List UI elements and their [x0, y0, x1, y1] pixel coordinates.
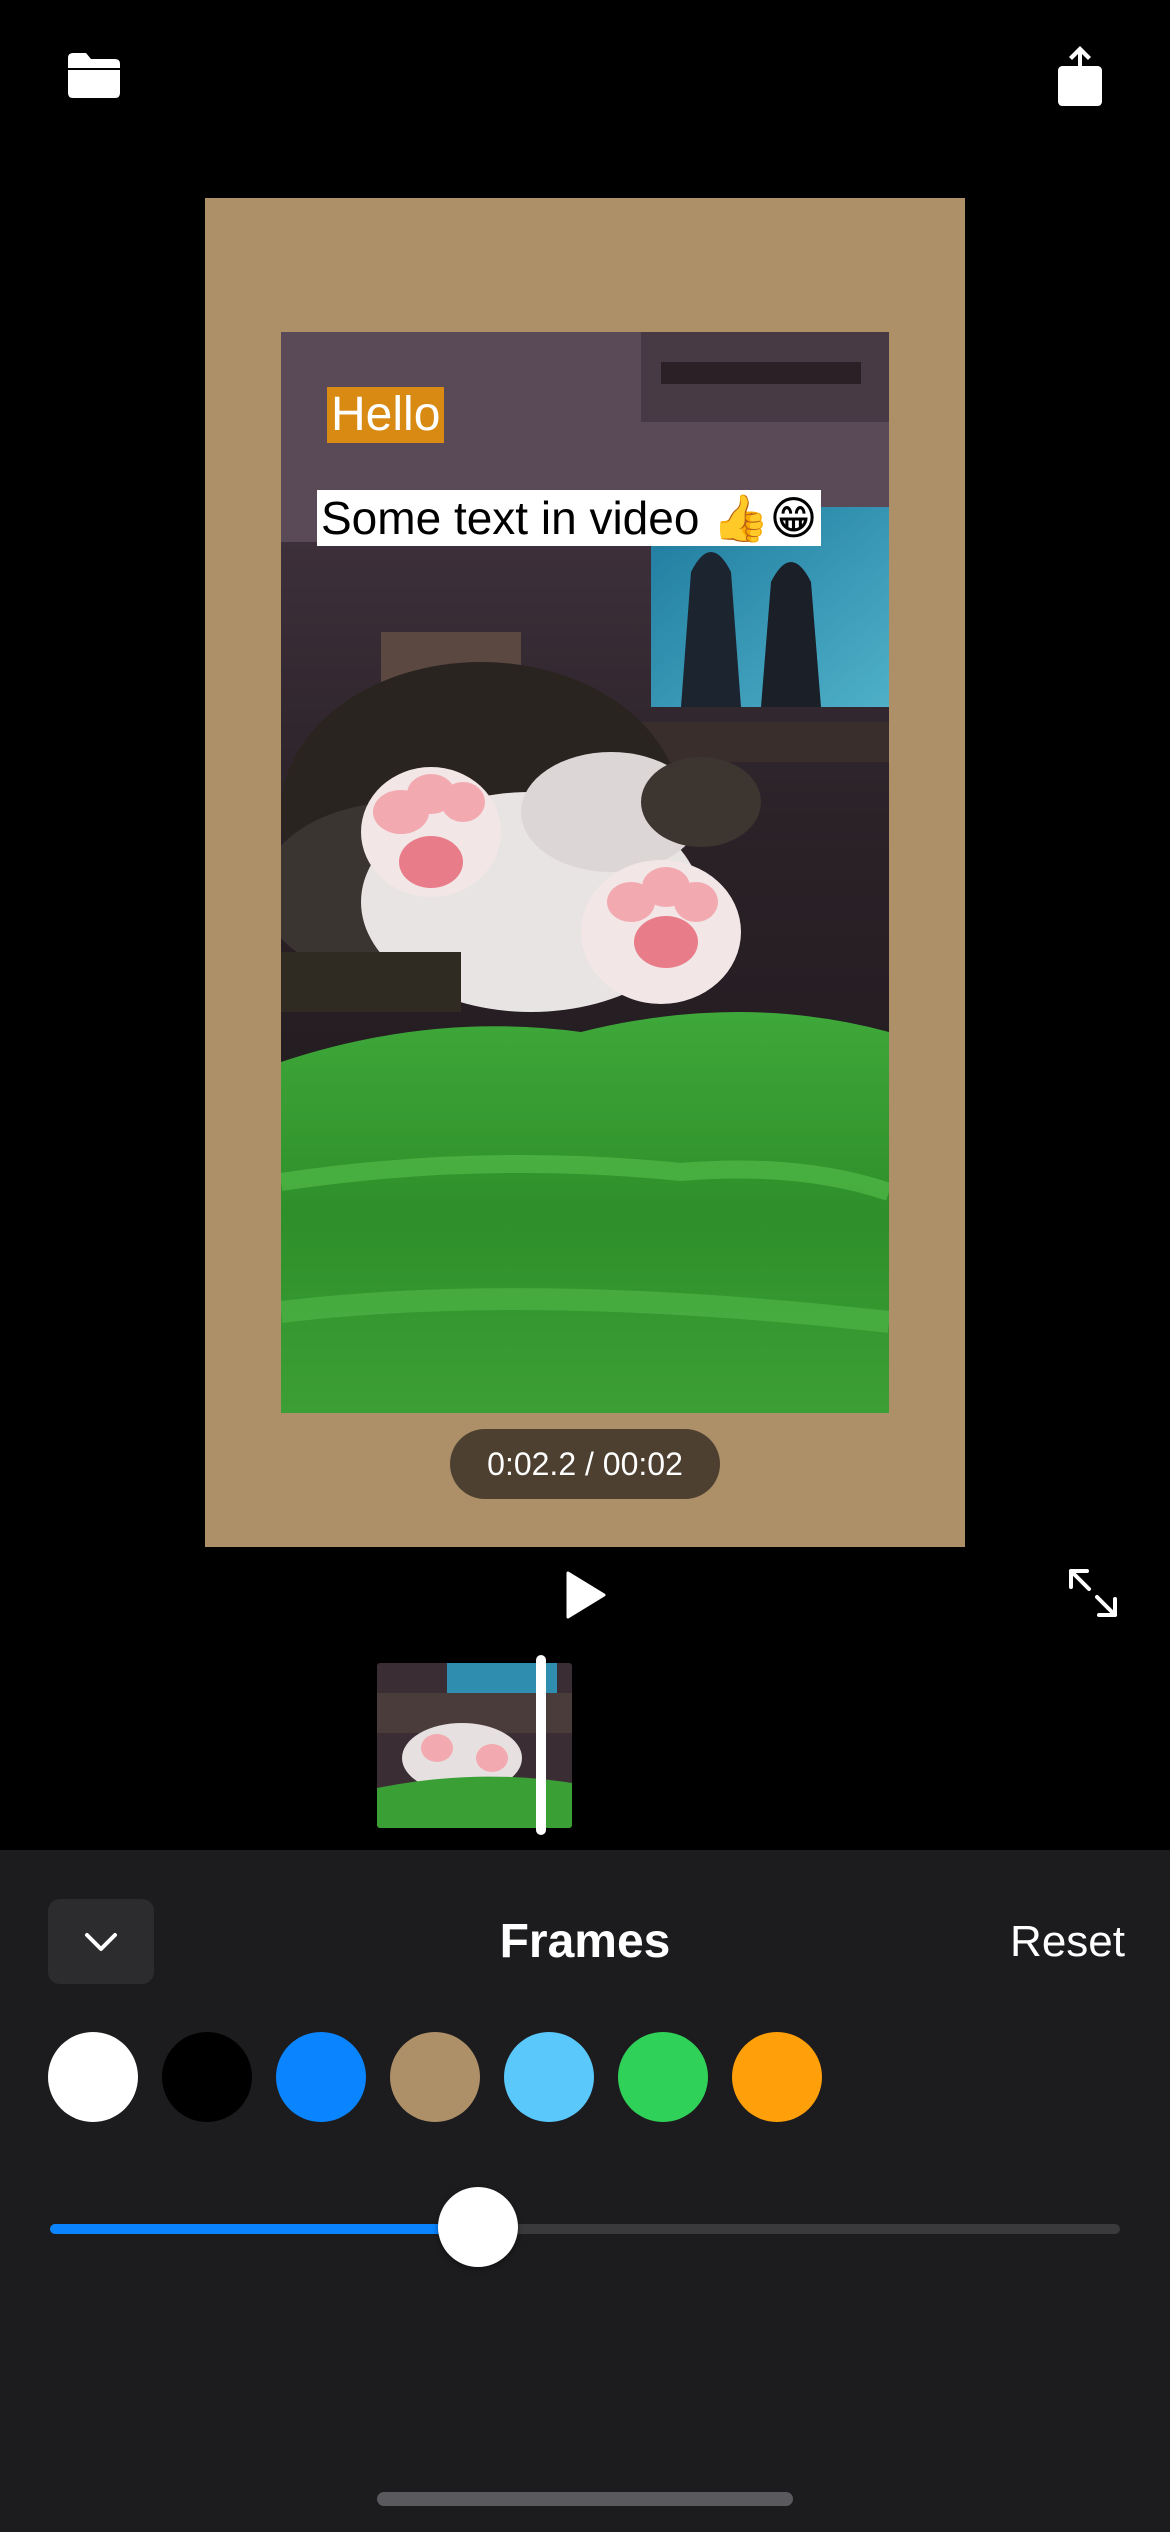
frame-size-slider-thumb[interactable] — [438, 2187, 518, 2267]
folder-icon — [68, 53, 120, 98]
fullscreen-button[interactable] — [1060, 1560, 1126, 1626]
color-swatch[interactable] — [504, 2032, 594, 2122]
color-swatch[interactable] — [162, 2032, 252, 2122]
color-swatch[interactable] — [48, 2032, 138, 2122]
color-swatch[interactable] — [618, 2032, 708, 2122]
share-icon — [1058, 46, 1102, 106]
home-indicator — [377, 2492, 793, 2506]
share-button[interactable] — [1042, 36, 1118, 116]
time-display: 0:02.2 / 00:02 — [450, 1429, 720, 1499]
panel-title: Frames — [499, 1915, 671, 1968]
play-button[interactable] — [550, 1560, 620, 1630]
collapse-panel-button[interactable] — [48, 1899, 154, 1984]
color-swatch[interactable] — [276, 2032, 366, 2122]
play-icon — [566, 1571, 606, 1619]
expand-icon — [1069, 1569, 1117, 1617]
reset-button[interactable]: Reset — [980, 1910, 1125, 1974]
open-project-button[interactable] — [56, 40, 132, 110]
frame-size-slider-fill — [50, 2224, 478, 2234]
chevron-down-icon — [85, 1932, 117, 1951]
playhead[interactable] — [536, 1655, 546, 1835]
color-swatch[interactable] — [732, 2032, 822, 2122]
color-swatch[interactable] — [390, 2032, 480, 2122]
text-overlay-caption[interactable]: Some text in video 👍😁 — [317, 490, 822, 546]
text-overlay-hello[interactable]: Hello — [327, 387, 445, 443]
